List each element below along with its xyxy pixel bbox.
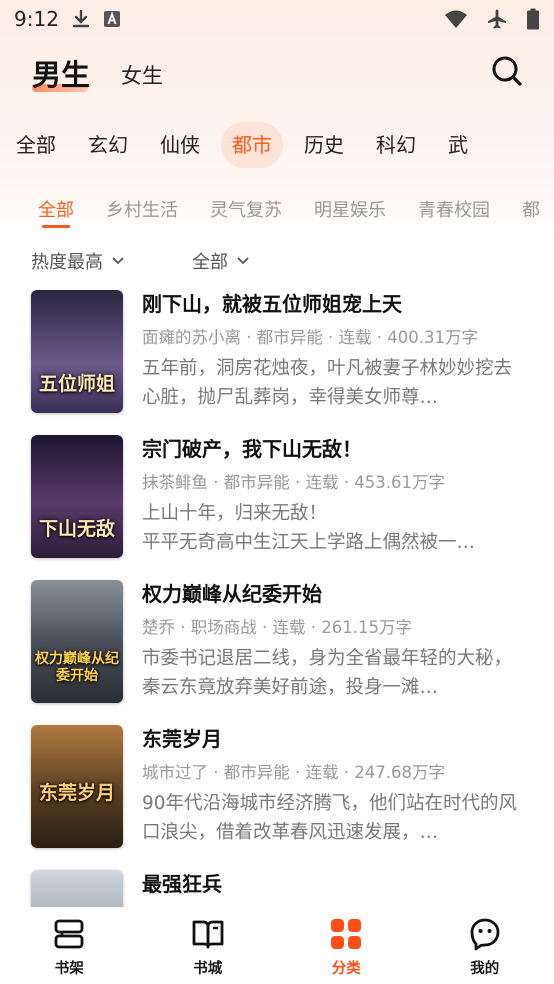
status-dropdown[interactable]: 全部 — [192, 248, 250, 274]
book-cover: 东莞岁月 — [31, 725, 123, 848]
book-cover — [31, 870, 123, 907]
category-dushi[interactable]: 都市 — [221, 122, 283, 168]
nav-bookstore-label: 书城 — [193, 961, 223, 977]
book-item[interactable]: 下山无敌 宗门破产，我下山无敌！ 抹茶鲱鱼 · 都市异能 · 连载 · 453.… — [0, 435, 554, 580]
nav-category[interactable]: 分类 — [277, 907, 416, 984]
book-list: 五位师姐 刚下山，就被五位师姐宠上天 面瘫的苏小离 · 都市异能 · 连载 · … — [0, 290, 554, 907]
category-wu[interactable]: 武 — [437, 122, 479, 168]
nav-category-label: 分类 — [331, 961, 361, 977]
category-all[interactable]: 全部 — [5, 122, 67, 168]
book-meta: 楚乔 · 职场商战 · 连载 · 261.15万字 — [142, 618, 412, 637]
bottom-nav: 书架 书城 分类 我的 — [0, 907, 554, 984]
subcategory-spirit-revival[interactable]: 灵气复苏 — [210, 184, 282, 222]
subcategory-celebrity[interactable]: 明星娱乐 — [314, 184, 386, 222]
nav-bookstore[interactable]: 书城 — [139, 907, 278, 984]
book-cover: 下山无敌 — [31, 435, 123, 558]
download-icon — [71, 9, 91, 29]
category-tabs: 全部 玄幻 仙侠 都市 历史 科幻 武 — [0, 120, 554, 170]
book-item[interactable]: 权力巅峰从纪委开始 权力巅峰从纪委开始 楚乔 · 职场商战 · 连载 · 261… — [0, 580, 554, 725]
subcategory-all[interactable]: 全部 — [38, 184, 74, 228]
nav-profile[interactable]: 我的 — [416, 907, 554, 984]
subcategory-all-label: 全部 — [38, 200, 74, 221]
book-description: 市委书记退居二线，身为全省最年轻的大秘，秦云东竟放弃美好前途，投身一滩… — [142, 648, 513, 698]
book-item[interactable]: 最强狂兵 — [0, 870, 554, 907]
airplane-mode-icon — [486, 8, 508, 30]
book-item[interactable]: 五位师姐 刚下山，就被五位师姐宠上天 面瘫的苏小离 · 都市异能 · 连载 · … — [0, 290, 554, 435]
tab-male[interactable]: 男生 — [32, 52, 90, 94]
status-bar: 9:12 — [0, 0, 554, 38]
cover-title: 下山无敌 — [38, 518, 115, 540]
book-cover: 权力巅峰从纪委开始 — [31, 580, 123, 703]
status-label: 全部 — [192, 252, 228, 273]
category-kehuan[interactable]: 科幻 — [365, 122, 427, 168]
book-title: 宗门破产，我下山无敌！ — [142, 437, 362, 461]
cover-title: 五位师姐 — [38, 373, 115, 395]
nav-bookshelf-label: 书架 — [54, 961, 84, 977]
chevron-down-icon — [112, 257, 124, 265]
filter-row: 热度最高 全部 — [0, 244, 554, 276]
category-lishi[interactable]: 历史 — [293, 122, 355, 168]
status-time: 9:12 — [14, 7, 59, 31]
cover-title: 权力巅峰从纪委开始 — [35, 651, 119, 684]
profile-icon — [470, 918, 500, 951]
category-xuanhuan[interactable]: 玄幻 — [77, 122, 139, 168]
wifi-icon — [444, 9, 468, 29]
book-title: 权力巅峰从纪委开始 — [142, 582, 322, 606]
battery-icon — [526, 8, 540, 30]
book-description: 90年代沿海城市经济腾飞，他们站在时代的风口浪尖，借着改革春风迅速发展，… — [142, 793, 518, 843]
book-description: 五年前，洞房花烛夜，叶凡被妻子林妙妙挖去心脏，抛尸乱葬岗，幸得美女师尊… — [142, 358, 513, 408]
sort-dropdown[interactable]: 热度最高 — [31, 248, 125, 274]
notification-a-icon — [103, 10, 121, 28]
chevron-down-icon — [237, 257, 249, 265]
tab-female[interactable]: 女生 — [121, 60, 163, 90]
book-title: 刚下山，就被五位师姐宠上天 — [142, 292, 402, 316]
book-meta: 抹茶鲱鱼 · 都市异能 · 连载 · 453.61万字 — [142, 473, 445, 492]
book-meta: 城市过了 · 都市异能 · 连载 · 247.68万字 — [142, 763, 445, 782]
open-book-icon — [192, 920, 224, 949]
book-title: 最强狂兵 — [142, 872, 222, 896]
header: 男生 女生 — [0, 48, 554, 104]
sort-label: 热度最高 — [31, 252, 103, 273]
subcategory-rural-life[interactable]: 乡村生活 — [106, 184, 178, 222]
nav-profile-label: 我的 — [470, 961, 500, 977]
book-description: 上山十年，归来无敌！ 平平无奇高中生江天上学路上偶然被一… — [142, 503, 476, 553]
category-xianxia[interactable]: 仙侠 — [149, 122, 211, 168]
subcategory-more[interactable]: 都 — [522, 184, 540, 222]
bookshelf-icon — [54, 919, 84, 949]
nav-bookshelf[interactable]: 书架 — [0, 907, 139, 984]
cover-title: 东莞岁月 — [38, 782, 115, 804]
category-grid-icon — [331, 919, 362, 949]
book-meta: 面瘫的苏小离 · 都市异能 · 连载 · 400.31万字 — [142, 328, 478, 347]
book-title: 东莞岁月 — [142, 727, 222, 751]
subcategory-campus[interactable]: 青春校园 — [418, 184, 490, 222]
subcategory-tabs: 全部 乡村生活 灵气复苏 明星娱乐 青春校园 都 — [0, 184, 554, 230]
search-button[interactable] — [490, 54, 524, 88]
search-icon — [492, 56, 522, 86]
subcategory-underline — [42, 225, 70, 228]
book-cover: 五位师姐 — [31, 290, 123, 413]
book-item[interactable]: 东莞岁月 东莞岁月 城市过了 · 都市异能 · 连载 · 247.68万字 90… — [0, 725, 554, 870]
